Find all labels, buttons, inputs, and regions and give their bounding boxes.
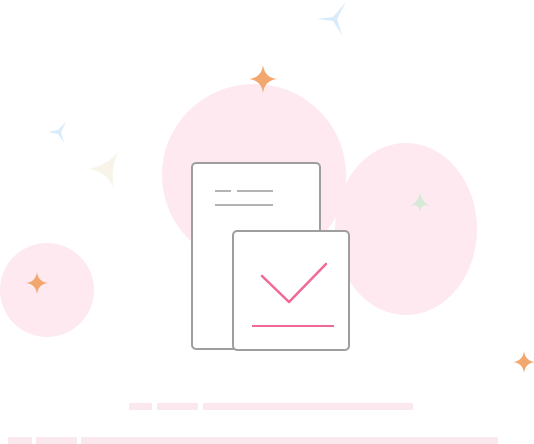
- document-text-line: [215, 190, 231, 192]
- sparkle-green-shape: [410, 192, 430, 212]
- sparkle-orange-left-icon: [26, 272, 48, 294]
- sparkle-green-icon: [410, 192, 430, 212]
- sparkle-cream-icon: [88, 152, 118, 188]
- sparkle-orange-right-shape: [513, 351, 534, 373]
- checkmark-stroke: [260, 262, 328, 304]
- sparkle-blue-small-shape: [48, 122, 66, 143]
- sparkle-cream-shape: [88, 152, 118, 188]
- placeholder-bar: [36, 437, 77, 444]
- empty-state-illustration: [0, 0, 534, 444]
- placeholder-bar: [157, 403, 198, 410]
- sparkle-orange-top-shape: [249, 65, 277, 93]
- placeholder-bar: [129, 403, 152, 410]
- sparkle-blue-large-shape: [317, 2, 346, 35]
- sparkle-orange-top-icon: [249, 65, 277, 93]
- document-front: [232, 230, 350, 351]
- sparkle-blue-small-icon: [48, 122, 66, 143]
- sparkle-orange-right-icon: [513, 351, 534, 373]
- placeholder-bar: [8, 437, 32, 444]
- document-text-line: [237, 190, 273, 192]
- document-text-line: [215, 204, 273, 206]
- placeholder-bar: [203, 403, 413, 410]
- placeholder-bar: [81, 437, 498, 444]
- checkmark-icon: [252, 262, 334, 327]
- background-circle-right: [335, 143, 477, 315]
- sparkle-blue-large-icon: [317, 2, 346, 35]
- sparkle-orange-left-shape: [26, 272, 48, 294]
